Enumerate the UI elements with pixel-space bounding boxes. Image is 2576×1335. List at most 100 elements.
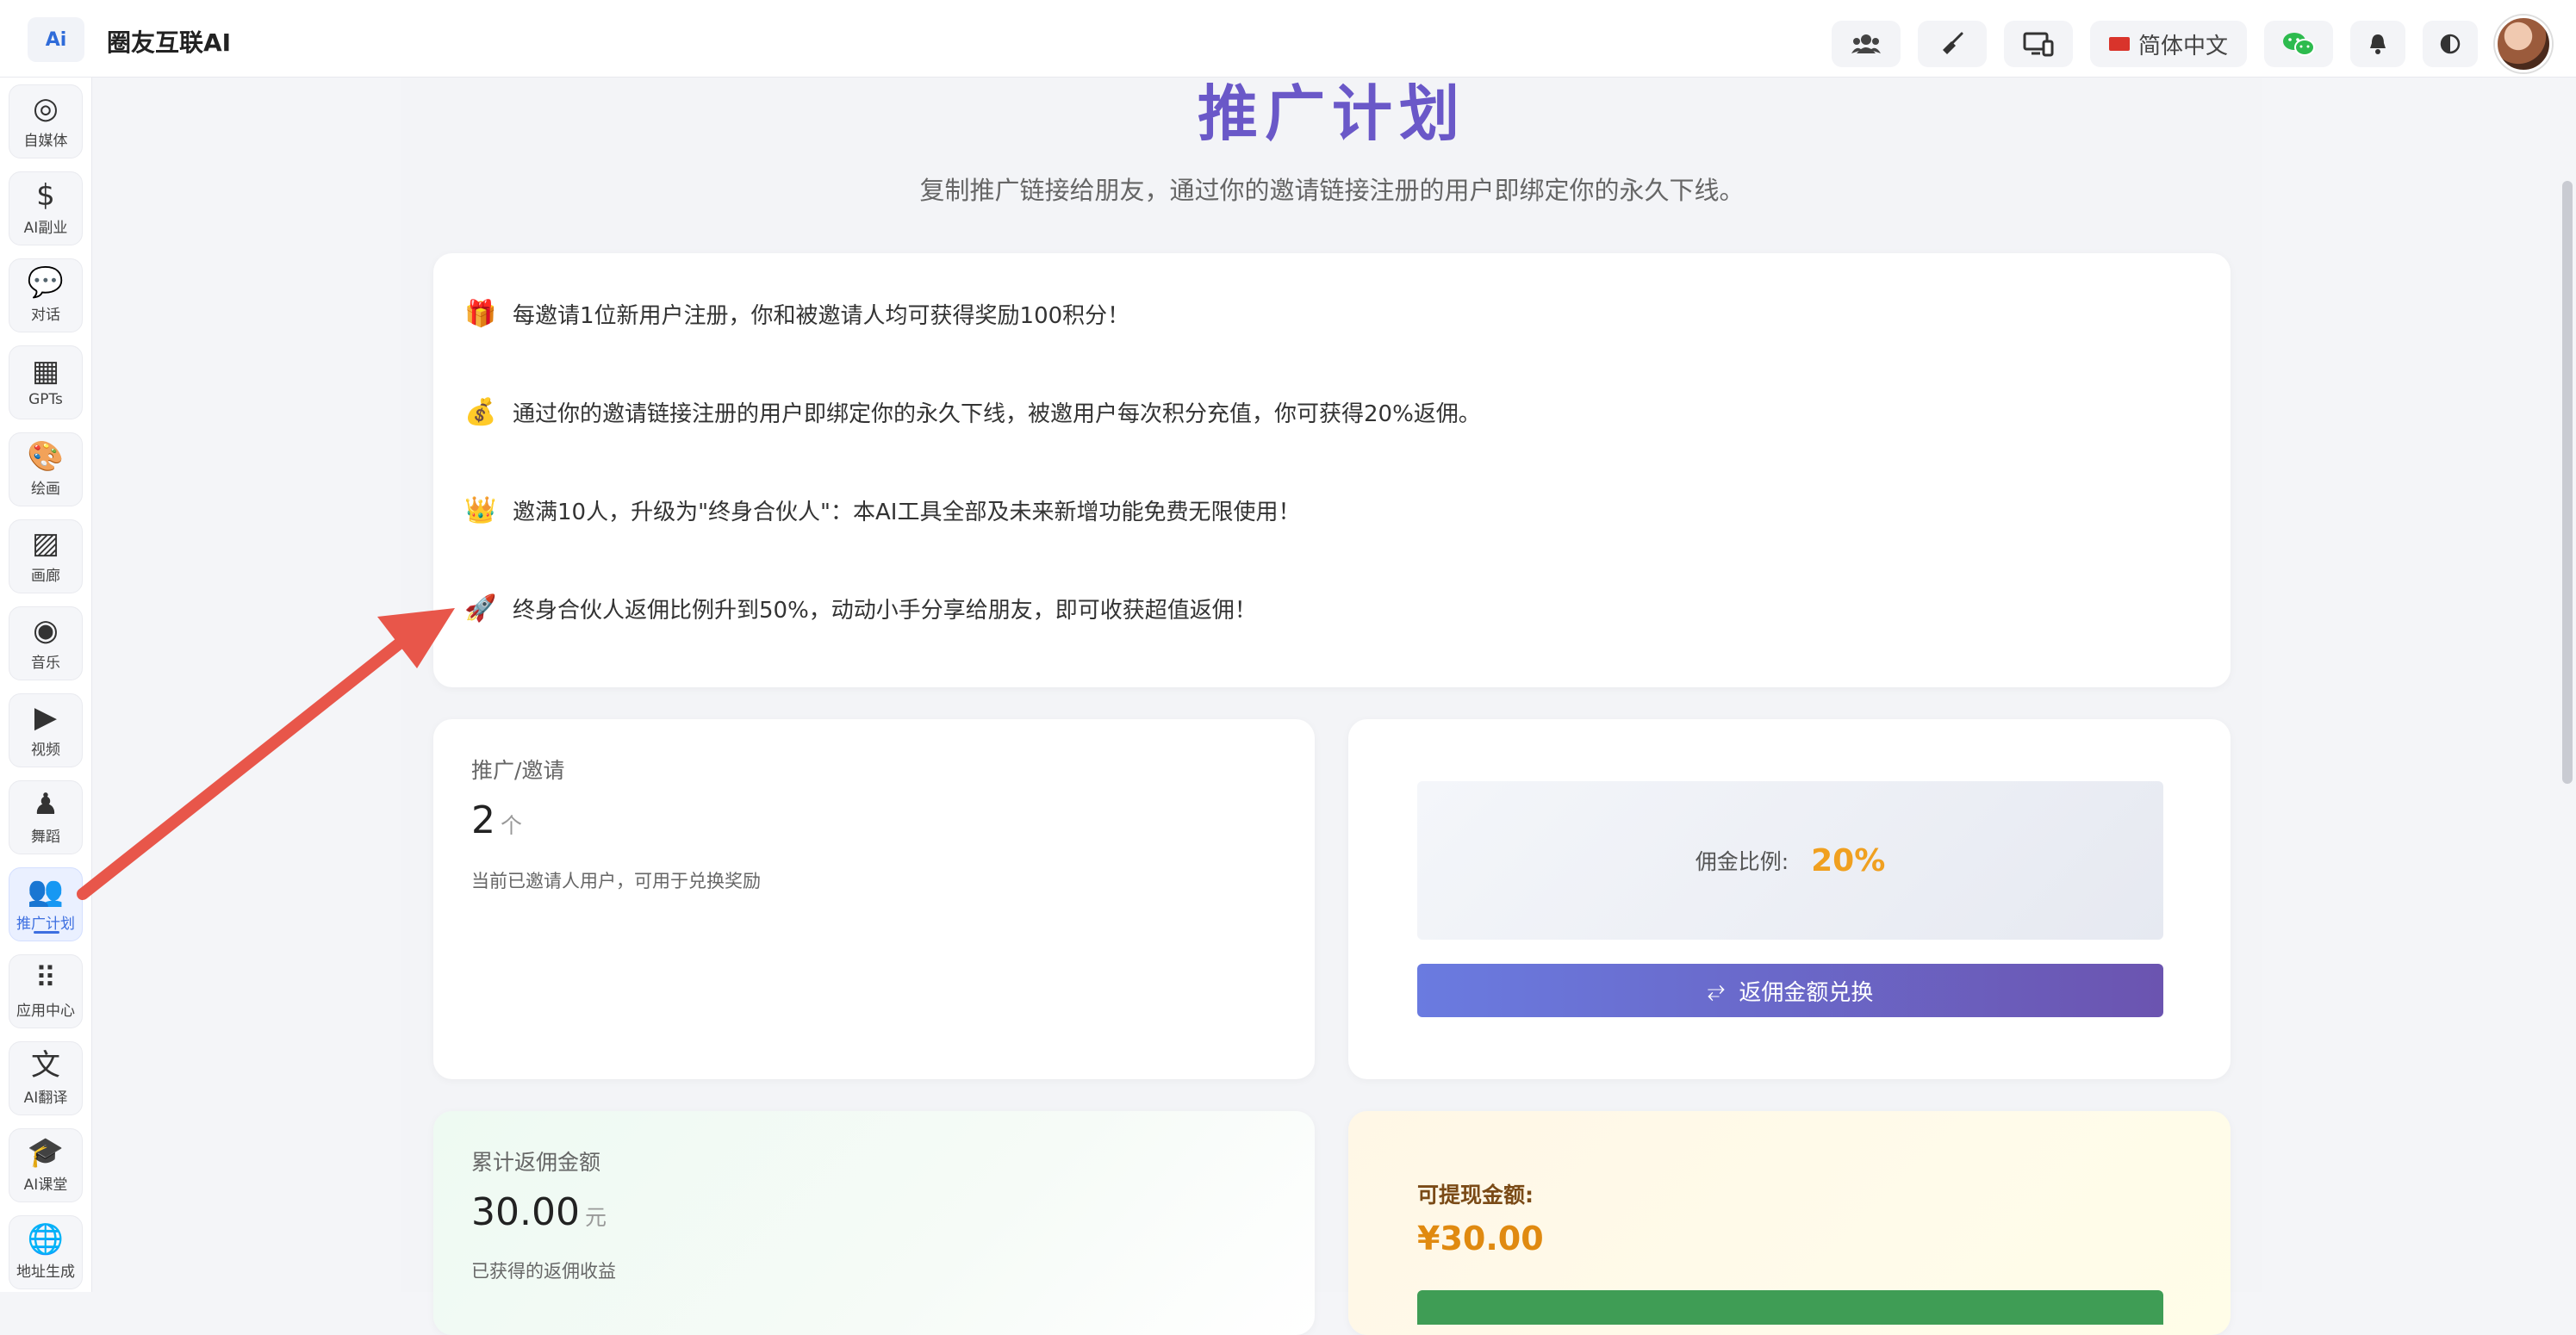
invite-label: 推广/邀请 xyxy=(471,758,565,783)
page-subtitle: 复制推广链接给朋友，通过你的邀请链接注册的用户即绑定你的永久下线。 xyxy=(919,176,1745,205)
commission-ratio-box: 佣金比例: 20% xyxy=(1417,781,2163,940)
money-bag-icon: 💰 xyxy=(464,397,497,427)
total-label: 累计返佣金额 xyxy=(471,1150,601,1175)
sidebar-item-label: AI副业 xyxy=(23,219,68,237)
commission-convert-button[interactable]: ⥂ 返佣金额兑换 xyxy=(1417,964,2163,1017)
sidebar-item-label: 推广计划 xyxy=(16,915,75,933)
benefit-text: 邀满10人，升级为"终身合伙人"：本AI工具全部及未来新增功能免费无限使用！ xyxy=(513,500,1301,525)
palette-icon: 🎨 xyxy=(27,438,65,474)
convert-button-label: 返佣金额兑换 xyxy=(1739,979,1874,1006)
page-title: 推广计划 xyxy=(1198,78,1466,149)
sidebar-item-music[interactable]: ◉ 音乐 xyxy=(9,606,83,680)
total-commission-card: 累计返佣金额 30.00 元 已获得的返佣收益 xyxy=(433,1111,1315,1335)
theme-toggle-button[interactable] xyxy=(2423,21,2478,67)
sidebar-item-chat[interactable]: 💬 对话 xyxy=(9,258,83,332)
app-logo[interactable]: Ai xyxy=(28,17,84,62)
sidebar-item-promotion[interactable]: 👥 推广计划 xyxy=(9,867,83,941)
broadcast-icon: ◎ xyxy=(33,90,59,126)
broom-icon xyxy=(1942,32,1963,54)
total-amount: 30.00 元 xyxy=(471,1190,607,1234)
sidebar-item-label: 视频 xyxy=(31,741,60,759)
scrollbar-thumb[interactable] xyxy=(2562,181,2573,784)
promotion-users-icon: 👥 xyxy=(27,873,65,909)
invite-count-value: 2 xyxy=(471,798,495,842)
app-title: 圈友互联AI xyxy=(107,28,232,57)
benefit-text: 通过你的邀请链接注册的用户即绑定你的永久下线，被邀用户每次积分充值，你可获得20… xyxy=(513,401,1481,427)
top-bar: Ai 圈友互联AI 简体中文 xyxy=(0,0,2576,78)
sidebar-item-gallery[interactable]: ▨ 画廊 xyxy=(9,519,83,593)
display-button[interactable] xyxy=(2003,21,2073,67)
apps-grid-icon: ⠿ xyxy=(34,960,57,996)
invite-description: 当前已邀请人用户，可用于兑换奖励 xyxy=(471,871,761,891)
benefit-item: 👑 邀满10人，升级为"终身合伙人"：本AI工具全部及未来新增功能免费无限使用！ xyxy=(464,494,1300,526)
sidebar-item-app-center[interactable]: ⠿ 应用中心 xyxy=(9,954,83,1028)
sidebar-item-painting[interactable]: 🎨 绘画 xyxy=(9,432,83,506)
avatar[interactable] xyxy=(2495,16,2552,72)
total-description: 已获得的返佣收益 xyxy=(471,1261,616,1282)
sidebar-item-video[interactable]: ▶ 视频 xyxy=(9,693,83,767)
sidebar-item-label: 地址生成 xyxy=(16,1263,75,1281)
invite-count-unit: 个 xyxy=(501,813,523,838)
sidebar: ◎ 自媒体 $ AI副业 💬 对话 ▦ GPTs 🎨 绘画 ▨ 画廊 ◉ 音乐 … xyxy=(0,78,92,1292)
sidebar-item-label: 舞蹈 xyxy=(31,828,60,846)
wechat-icon xyxy=(2283,33,2315,56)
benefit-item: 🚀 终身合伙人返佣比例升到50%，动动小手分享给朋友，即可收获超值返佣！ xyxy=(464,593,1257,624)
commission-card: 佣金比例: 20% ⥂ 返佣金额兑换 xyxy=(1348,719,2231,1079)
sidebar-item-ai-translate[interactable]: 文 AI翻译 xyxy=(9,1041,83,1115)
invite-count: 2个 xyxy=(471,798,522,842)
benefit-item: 💰 通过你的邀请链接注册的用户即绑定你的永久下线，被邀用户每次积分充值，你可获得… xyxy=(464,396,1481,428)
sidebar-item-label: 音乐 xyxy=(31,654,60,672)
benefit-text: 终身合伙人返佣比例升到50%，动动小手分享给朋友，即可收获超值返佣！ xyxy=(513,598,1257,624)
withdraw-amount: ¥30.00 xyxy=(1417,1220,1544,1257)
invite-card: 推广/邀请 2个 当前已邀请人用户，可用于兑换奖励 xyxy=(433,719,1315,1079)
commission-value: 20% xyxy=(1811,842,1886,879)
withdraw-button[interactable] xyxy=(1417,1290,2163,1325)
sidebar-item-label: 画廊 xyxy=(31,567,60,585)
wechat-button[interactable] xyxy=(2264,21,2333,67)
music-icon: ◉ xyxy=(33,612,59,648)
notifications-button[interactable] xyxy=(2350,21,2405,67)
monitor-icon xyxy=(2023,32,2054,57)
sidebar-item-label: 自媒体 xyxy=(23,132,68,150)
sidebar-item-label: 绘画 xyxy=(31,480,60,498)
gift-icon: 🎁 xyxy=(464,299,497,329)
image-icon: ▨ xyxy=(31,525,60,561)
globe-icon: 🌐 xyxy=(27,1221,65,1257)
sidebar-item-gpts[interactable]: ▦ GPTs xyxy=(9,345,83,419)
sidebar-item-label: AI翻译 xyxy=(23,1089,68,1107)
language-label: 简体中文 xyxy=(2137,33,2228,59)
benefits-card: 🎁 每邀请1位新用户注册，你和被邀请人均可获得奖励100积分！ 💰 通过你的邀请… xyxy=(433,253,2231,687)
sidebar-item-address-generator[interactable]: 🌐 地址生成 xyxy=(9,1215,83,1289)
graduation-cap-icon: 🎓 xyxy=(27,1134,65,1170)
users-button[interactable] xyxy=(1831,21,1901,67)
sidebar-item-label: GPTs xyxy=(28,391,63,408)
dance-icon: ♟ xyxy=(32,786,59,822)
clean-button[interactable] xyxy=(1917,21,1987,67)
commission-label: 佣金比例: xyxy=(1695,849,1789,874)
sidebar-item-ai-side-job[interactable]: $ AI副业 xyxy=(9,171,83,245)
chat-icon: 💬 xyxy=(27,264,65,300)
theme-toggle-icon xyxy=(2440,34,2461,54)
benefit-text: 每邀请1位新用户注册，你和被邀请人均可获得奖励100积分！ xyxy=(513,303,1130,329)
sidebar-item-ai-classroom[interactable]: 🎓 AI课堂 xyxy=(9,1128,83,1202)
withdraw-card: 可提现金额: ¥30.00 xyxy=(1348,1111,2231,1335)
total-amount-value: 30.00 xyxy=(471,1190,580,1234)
exchange-icon: ⥂ xyxy=(1707,977,1726,1003)
store-icon: ▦ xyxy=(31,354,60,388)
benefit-item: 🎁 每邀请1位新用户注册，你和被邀请人均可获得奖励100积分！ xyxy=(464,298,1129,330)
rocket-icon: 🚀 xyxy=(464,593,497,624)
language-selector[interactable]: 简体中文 xyxy=(2089,21,2247,67)
sidebar-item-dance[interactable]: ♟ 舞蹈 xyxy=(9,780,83,854)
sidebar-item-label: 应用中心 xyxy=(16,1002,75,1020)
users-icon xyxy=(1851,34,1881,53)
translate-icon: 文 xyxy=(31,1047,60,1083)
scrollbar-track[interactable] xyxy=(2557,78,2576,1292)
crown-icon: 👑 xyxy=(464,495,497,525)
withdraw-label: 可提现金额: xyxy=(1417,1183,1534,1208)
logo-text: Ai xyxy=(45,28,67,51)
dollar-icon: $ xyxy=(36,177,55,213)
sidebar-item-label: AI课堂 xyxy=(23,1176,68,1194)
flag-icon xyxy=(2108,37,2130,51)
total-amount-unit: 元 xyxy=(584,1205,607,1230)
sidebar-item-self-media[interactable]: ◎ 自媒体 xyxy=(9,84,83,158)
